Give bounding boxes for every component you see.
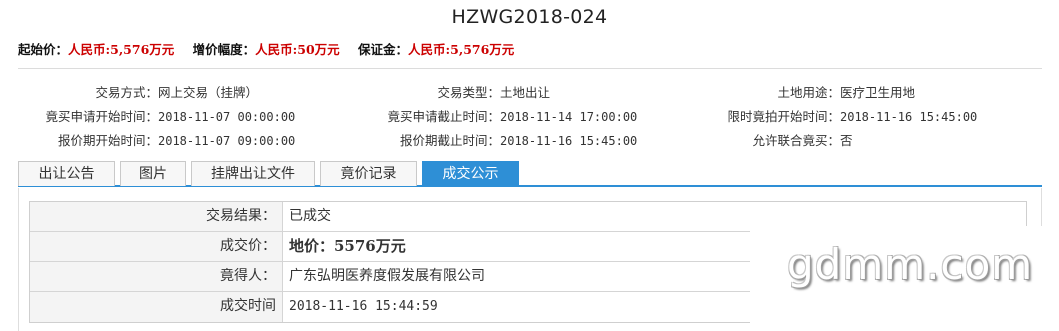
deposit-label: 保证金： [358, 42, 409, 57]
apply-start: 竟买申请开始时间：2018-11-07 00:00:00 [18, 106, 295, 125]
trade-method-value: 网上交易（挂牌） [158, 85, 259, 100]
quote-end-value: 2018-11-16 15:45:00 [500, 134, 638, 148]
apply-start-label: 竟买申请开始时间： [45, 109, 158, 124]
increment-value: 人民币:50万元 [255, 42, 340, 57]
increment: 增价幅度：人民币:50万元 [193, 42, 340, 57]
timed-bid-start-value: 2018-11-16 15:45:00 [840, 110, 978, 124]
deal-time-label: 成交时间 [30, 292, 283, 322]
start-price-value: 人民币:5,576万元 [68, 42, 175, 57]
trade-method: 交易方式：网上交易（挂牌） [18, 82, 258, 101]
joint-bid: 允许联合竟买：否 [670, 130, 853, 149]
tab-bar: 出让公告 图片 挂牌出让文件 竟价记录 成交公示 [18, 161, 1042, 187]
apply-end-value: 2018-11-14 17:00:00 [500, 110, 638, 124]
land-use: 土地用途：医疗卫生用地 [670, 82, 915, 101]
watermark: gdmm.com [787, 240, 1034, 289]
joint-bid-label: 允许联合竟买： [752, 133, 840, 148]
quote-start-value: 2018-11-07 09:00:00 [158, 134, 296, 148]
tab-images[interactable]: 图片 [120, 161, 186, 186]
apply-end: 竟买申请截止时间：2018-11-14 17:00:00 [330, 106, 637, 125]
land-use-label: 土地用途： [777, 85, 840, 100]
quote-end-label: 报价期截止时间： [399, 133, 500, 148]
increment-label: 增价幅度： [192, 42, 256, 57]
apply-start-value: 2018-11-07 00:00:00 [158, 110, 296, 124]
trade-method-label: 交易方式： [95, 85, 158, 100]
price-summary: 起始价：人民币:5,576万元 增价幅度：人民币:50万元 保证金：人民币:5,… [18, 39, 528, 58]
deposit-value: 人民币:5,576万元 [408, 42, 515, 57]
apply-end-label: 竟买申请截止时间： [387, 109, 500, 124]
quote-start-label: 报价期开始时间： [57, 133, 158, 148]
quote-start: 报价期开始时间：2018-11-07 09:00:00 [18, 130, 295, 149]
deal-price-label: 成交价： [30, 232, 283, 261]
deposit: 保证金：人民币:5,576万元 [358, 42, 514, 57]
quote-end: 报价期截止时间：2018-11-16 15:45:00 [330, 130, 637, 149]
timed-bid-start: 限时竟拍开始时间：2018-11-16 15:45:00 [670, 106, 977, 125]
start-price-label: 起始价： [18, 42, 69, 57]
trade-type: 交易类型：土地出让 [330, 82, 550, 101]
divider [18, 68, 1042, 69]
tab-bid-records[interactable]: 竟价记录 [320, 161, 417, 186]
trade-type-label: 交易类型： [437, 85, 500, 100]
tab-transaction-notice[interactable]: 成交公示 [422, 161, 519, 186]
joint-bid-value: 否 [840, 133, 853, 148]
tab-announcement[interactable]: 出让公告 [18, 161, 115, 186]
timed-bid-start-label: 限时竟拍开始时间： [727, 109, 840, 124]
page-title: HZWG2018-024 [451, 6, 608, 28]
tab-listing-documents[interactable]: 挂牌出让文件 [191, 161, 315, 186]
winner-label: 竟得人： [30, 262, 283, 291]
result-label: 交易结果： [30, 202, 283, 231]
land-use-value: 医疗卫生用地 [840, 85, 916, 100]
start-price: 起始价：人民币:5,576万元 [18, 42, 174, 57]
trade-type-value: 土地出让 [500, 85, 551, 100]
